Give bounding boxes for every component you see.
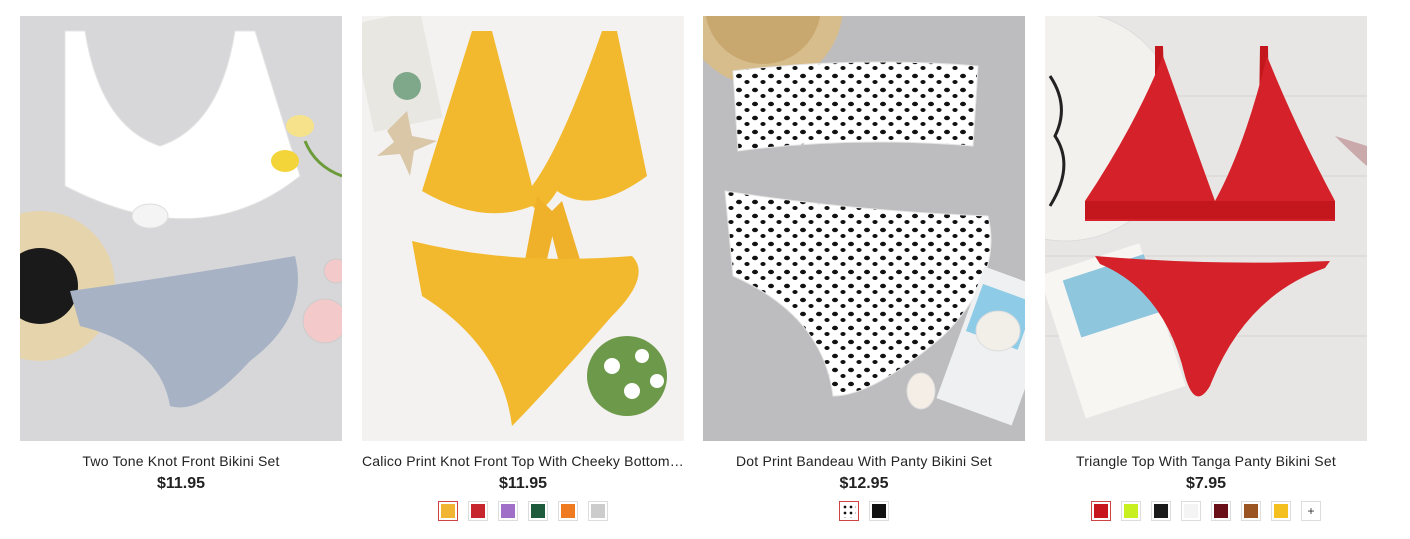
product-title[interactable]: Triangle Top With Tanga Panty Bikini Set: [1045, 453, 1367, 469]
color-swatches: +: [1045, 501, 1367, 521]
product-title[interactable]: Dot Print Bandeau With Panty Bikini Set: [703, 453, 1025, 469]
product-card[interactable]: Calico Print Knot Front Top With Cheeky …: [362, 16, 684, 536]
color-swatch[interactable]: [1211, 501, 1231, 521]
product-price: $12.95: [839, 475, 889, 492]
color-swatch[interactable]: [558, 501, 578, 521]
more-colors-button[interactable]: +: [1301, 501, 1321, 521]
product-image[interactable]: [20, 16, 342, 441]
color-swatch[interactable]: [1091, 501, 1111, 521]
product-card[interactable]: Triangle Top With Tanga Panty Bikini Set…: [1045, 16, 1367, 536]
color-swatch[interactable]: [1151, 501, 1171, 521]
product-card[interactable]: Two Tone Knot Front Bikini Set $11.95: [20, 16, 342, 536]
product-price: $11.95: [498, 475, 548, 492]
product-image[interactable]: [362, 16, 684, 441]
color-swatch[interactable]: [528, 501, 548, 521]
product-card[interactable]: Dot Print Bandeau With Panty Bikini Set …: [703, 16, 1025, 536]
color-swatches: [362, 501, 684, 521]
product-grid: Two Tone Knot Front Bikini Set $11.95 Ca…: [0, 0, 1410, 539]
color-swatch[interactable]: [498, 501, 518, 521]
color-swatch[interactable]: [588, 501, 608, 521]
color-swatch[interactable]: [468, 501, 488, 521]
color-swatch[interactable]: [438, 501, 458, 521]
product-image[interactable]: [703, 16, 1025, 441]
color-swatch[interactable]: [869, 501, 889, 521]
product-title[interactable]: Two Tone Knot Front Bikini Set: [20, 453, 342, 469]
product-title[interactable]: Calico Print Knot Front Top With Cheeky …: [362, 453, 684, 469]
color-swatch[interactable]: [1241, 501, 1261, 521]
color-swatch[interactable]: [1181, 501, 1201, 521]
color-swatch[interactable]: [839, 501, 859, 521]
product-price: $11.95: [156, 475, 206, 492]
color-swatch[interactable]: [1121, 501, 1141, 521]
product-image[interactable]: [1045, 16, 1367, 441]
product-price: $7.95: [1185, 475, 1227, 492]
color-swatches: [703, 501, 1025, 521]
color-swatch[interactable]: [1271, 501, 1291, 521]
